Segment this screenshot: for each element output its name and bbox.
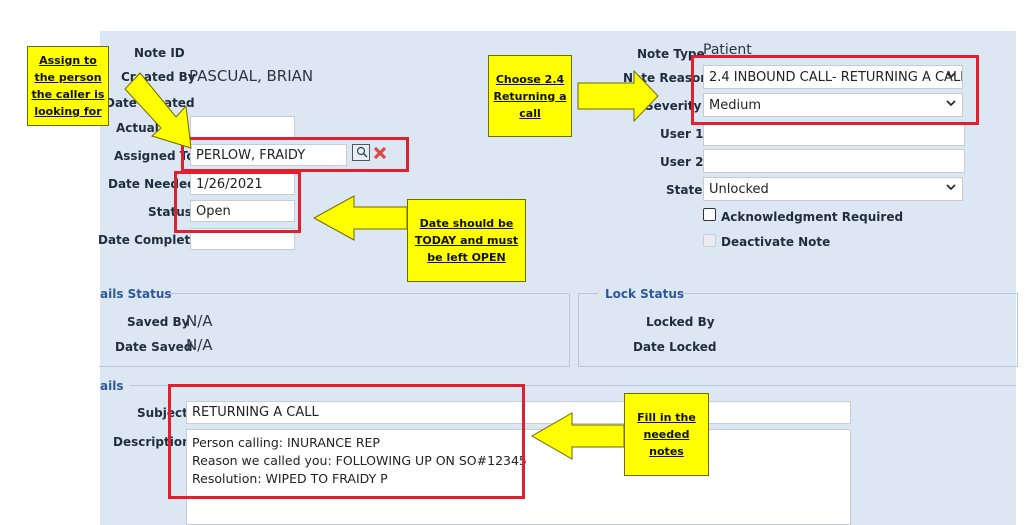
arrow-icon	[124, 72, 192, 149]
arrow-icon	[577, 69, 659, 123]
annotation-fill: Fill in the needed notes	[624, 393, 709, 476]
annotation-date: Date should be TODAY and must be left OP…	[407, 199, 526, 282]
annotation-choose: Choose 2.4 Returning a call	[488, 55, 572, 137]
annotation-assign: Assign to the person the caller is looki…	[27, 46, 109, 126]
arrow-icon	[530, 412, 625, 460]
arrow-icon	[312, 195, 408, 241]
